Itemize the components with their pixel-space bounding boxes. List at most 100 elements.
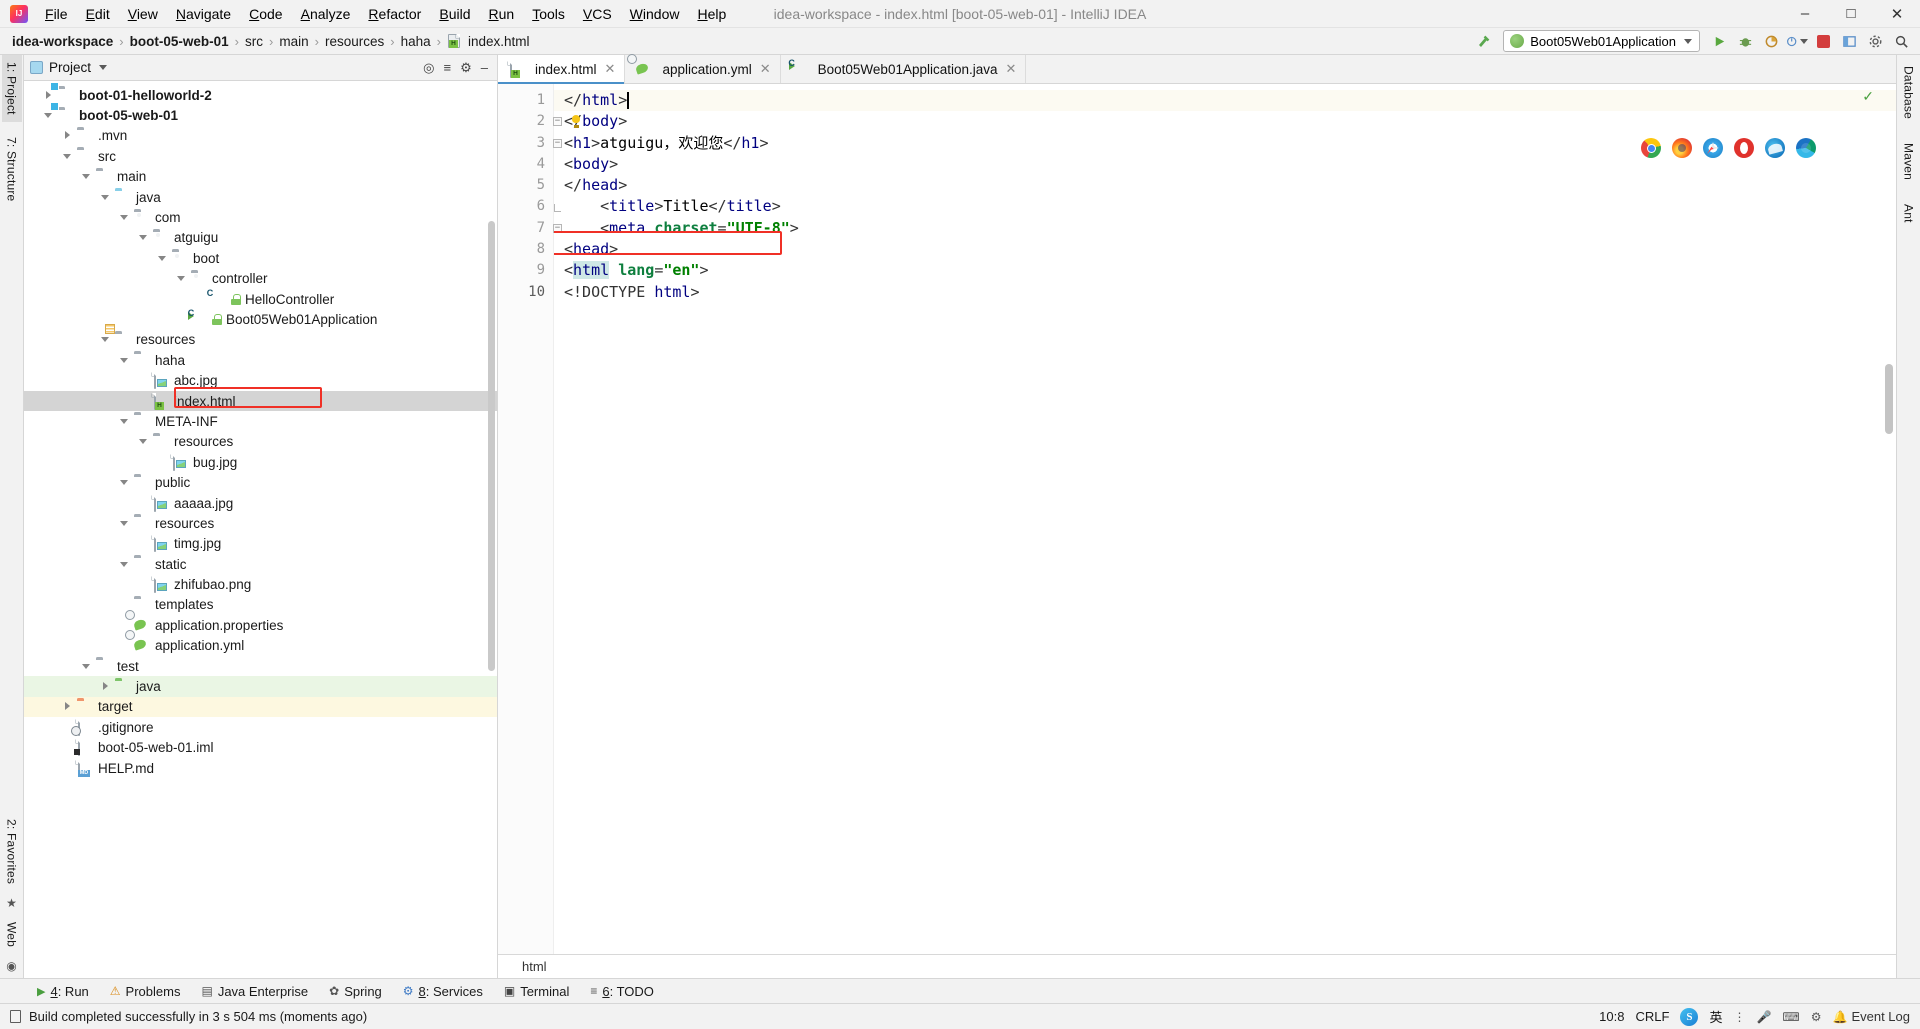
chevron-down-icon[interactable]: [177, 273, 188, 284]
maximize-button[interactable]: □: [1828, 0, 1874, 27]
tree-node-boot-01-helloworld-2[interactable]: boot-01-helloworld-2: [24, 85, 497, 105]
gutter-line-2[interactable]: 2−: [498, 111, 553, 132]
tree-node-boot05web01application[interactable]: Boot05Web01Application: [24, 309, 497, 329]
tree-node-index-html[interactable]: index.html: [24, 391, 497, 411]
tree-node-target[interactable]: target: [24, 697, 497, 717]
tree-node-application-properties[interactable]: application.properties: [24, 615, 497, 635]
menu-tools[interactable]: Tools: [523, 3, 574, 25]
menu-analyze[interactable]: Analyze: [292, 3, 360, 25]
tree-node-static[interactable]: static: [24, 554, 497, 574]
menu-window[interactable]: Window: [621, 3, 689, 25]
tree-node--gitignore[interactable]: .gitignore: [24, 717, 497, 737]
tree-node-src[interactable]: src: [24, 146, 497, 166]
chevron-down-icon[interactable]: [120, 355, 131, 366]
tree-node-help-md[interactable]: HELP.md: [24, 758, 497, 778]
editor-scrollbar[interactable]: [1885, 364, 1893, 434]
ime-mode-label[interactable]: 英: [1709, 1007, 1722, 1026]
hide-panel-icon[interactable]: –: [481, 60, 488, 75]
line-separator[interactable]: CRLF: [1635, 1009, 1669, 1024]
code-line-5[interactable]: <title>Title</title>: [554, 196, 1896, 217]
tree-node-controller[interactable]: controller: [24, 269, 497, 289]
menu-vcs[interactable]: VCS: [574, 3, 621, 25]
breadcrumb-item-boot-05-web-01[interactable]: boot-05-web-01: [130, 34, 229, 49]
breadcrumb-item-haha[interactable]: haha: [401, 34, 431, 49]
stop-button[interactable]: [1812, 30, 1834, 52]
debug-button[interactable]: [1734, 30, 1756, 52]
menu-navigate[interactable]: Navigate: [167, 3, 240, 25]
close-tab-icon[interactable]: ✕: [1006, 61, 1017, 77]
menu-code[interactable]: Code: [240, 3, 291, 25]
breadcrumb-item-resources[interactable]: resources: [325, 34, 384, 49]
chevron-right-icon[interactable]: [63, 701, 74, 712]
tree-node-abc-jpg[interactable]: abc.jpg: [24, 370, 497, 390]
tree-node-public[interactable]: public: [24, 472, 497, 492]
chevron-down-icon[interactable]: [101, 334, 112, 345]
chevron-down-icon[interactable]: [139, 232, 150, 243]
project-settings-gear-icon[interactable]: ⚙: [460, 60, 472, 76]
tree-node-hellocontroller[interactable]: HelloController: [24, 289, 497, 309]
editor-tab-application-yml[interactable]: application.yml✕: [625, 55, 780, 83]
build-hammer-icon[interactable]: [1473, 30, 1495, 52]
menu-help[interactable]: Help: [688, 3, 735, 25]
tree-node--mvn[interactable]: .mvn: [24, 126, 497, 146]
chevron-down-icon[interactable]: [101, 192, 112, 203]
profile-button[interactable]: [1786, 30, 1808, 52]
tool-window-maven[interactable]: Maven: [1899, 136, 1919, 187]
bottom-tool-problems[interactable]: ⚠Problems: [101, 982, 190, 1001]
tree-node-templates[interactable]: templates: [24, 595, 497, 615]
chevron-down-icon[interactable]: [120, 416, 131, 427]
editor-tab-boot05web01application-java[interactable]: Boot05Web01Application.java✕: [781, 55, 1027, 83]
bottom-tool-8-services[interactable]: ⚙8: Services: [394, 982, 492, 1001]
opera-icon[interactable]: [1734, 138, 1754, 158]
tree-node-atguigu[interactable]: atguigu: [24, 228, 497, 248]
edge-legacy-icon[interactable]: [1765, 138, 1785, 158]
tree-node-test[interactable]: test: [24, 656, 497, 676]
code-line-9[interactable]: </body>: [554, 111, 1896, 132]
tree-node-application-yml[interactable]: application.yml: [24, 636, 497, 656]
chevron-down-icon[interactable]: [82, 171, 93, 182]
close-tab-icon[interactable]: ✕: [605, 61, 616, 77]
gutter-line-9[interactable]: 9: [498, 260, 553, 281]
inspection-status-icon[interactable]: ✓: [1862, 88, 1874, 105]
gutter-line-6[interactable]: 6: [498, 196, 553, 217]
mic-icon[interactable]: 🎤: [1756, 1010, 1771, 1024]
tree-node-haha[interactable]: haha: [24, 350, 497, 370]
favorites-star-icon[interactable]: ★: [6, 891, 17, 915]
ime-dots-icon[interactable]: ⋮: [1733, 1010, 1745, 1024]
code-line-6[interactable]: </head>: [554, 175, 1896, 196]
tree-node-bug-jpg[interactable]: bug.jpg: [24, 452, 497, 472]
tool-window-web[interactable]: Web: [2, 915, 22, 954]
code-content[interactable]: </html></body><h1>atguigu，欢迎您</h1><body>…: [554, 84, 1896, 954]
run-configuration-selector[interactable]: Boot05Web01Application: [1503, 30, 1700, 52]
tree-node-boot[interactable]: boot: [24, 248, 497, 268]
breadcrumb-item-index-html[interactable]: index.html: [447, 34, 530, 49]
tool-window-structure[interactable]: 7: Structure: [2, 130, 22, 208]
menu-view[interactable]: View: [119, 3, 167, 25]
run-button[interactable]: [1708, 30, 1730, 52]
bottom-tool-spring[interactable]: ✿Spring: [320, 982, 391, 1001]
tree-node-java[interactable]: java: [24, 676, 497, 696]
minimize-button[interactable]: –: [1782, 0, 1828, 27]
tree-node-timg-jpg[interactable]: timg.jpg: [24, 534, 497, 554]
bottom-tool-terminal[interactable]: ▣Terminal: [495, 982, 578, 1001]
code-line-1[interactable]: <!DOCTYPE html>: [554, 282, 1896, 303]
breadcrumb-item-main[interactable]: main: [279, 34, 308, 49]
ime-settings-icon[interactable]: ⚙: [1811, 1010, 1822, 1024]
code-line-10[interactable]: </html>: [554, 90, 1896, 111]
tool-window-ant[interactable]: Ant: [1899, 197, 1919, 230]
tree-node-java[interactable]: java: [24, 187, 497, 207]
firefox-icon[interactable]: [1672, 138, 1692, 158]
tree-node-zhifubao-png[interactable]: zhifubao.png: [24, 574, 497, 594]
collapse-all-icon[interactable]: ≡: [444, 60, 452, 75]
intention-bulb-icon[interactable]: [570, 115, 582, 128]
gutter-line-1[interactable]: 1: [498, 90, 553, 111]
chevron-right-icon[interactable]: [44, 90, 55, 101]
ime-s-icon[interactable]: [1680, 1008, 1698, 1026]
chevron-right-icon[interactable]: [101, 681, 112, 692]
editor-tab-index-html[interactable]: index.html✕: [498, 55, 625, 83]
web-globe-icon[interactable]: ◉: [6, 954, 16, 978]
breadcrumb-item-idea-workspace[interactable]: idea-workspace: [12, 34, 113, 49]
gutter-line-7[interactable]: 7−: [498, 218, 553, 239]
preferences-button[interactable]: [1864, 30, 1886, 52]
tree-node-resources[interactable]: resources: [24, 513, 497, 533]
